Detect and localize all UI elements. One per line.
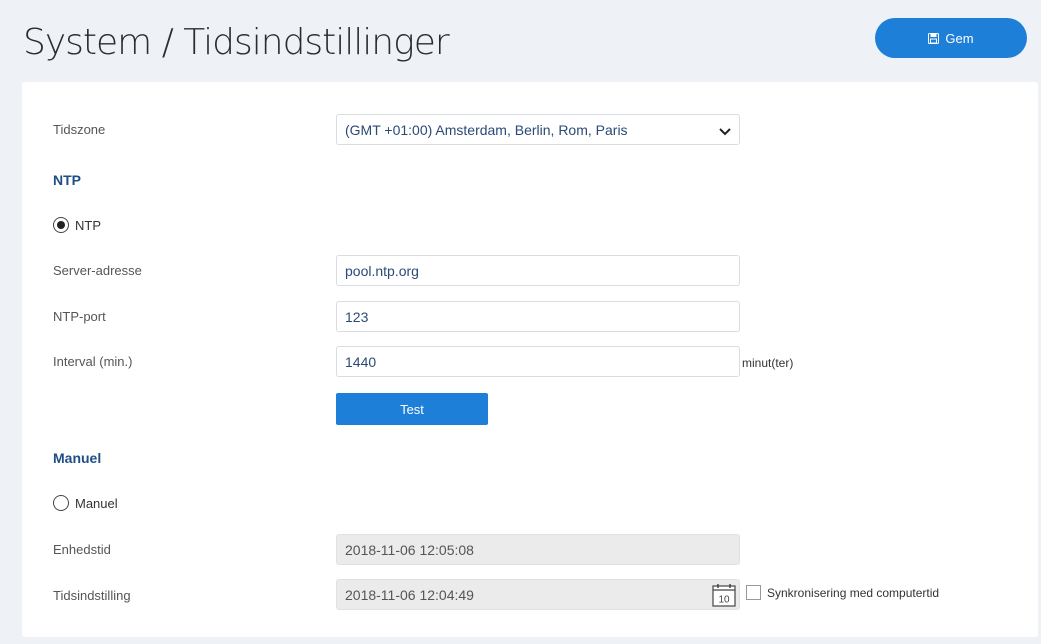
test-button[interactable]: Test — [336, 393, 488, 425]
floppy-disk-icon — [928, 32, 940, 44]
server-address-input[interactable]: pool.ntp.org — [336, 255, 740, 286]
ntp-port-value: 123 — [345, 308, 369, 325]
manual-radio[interactable]: Manuel — [53, 495, 118, 511]
calendar-day: 10 — [718, 595, 730, 606]
device-time-label: Enhedstid — [53, 542, 111, 557]
interval-label: Interval (min.) — [53, 354, 133, 369]
ntp-radio-label: NTP — [75, 217, 101, 233]
manual-radio-label: Manuel — [75, 495, 118, 511]
time-setting-label: Tidsindstilling — [53, 588, 131, 603]
ntp-radio-button[interactable] — [53, 217, 69, 233]
page-title: System / Tidsindstillinger — [23, 22, 450, 63]
sync-checkbox[interactable] — [746, 585, 761, 600]
time-setting-value: 2018-11-06 12:04:49 — [345, 586, 474, 603]
timezone-value: (GMT +01:00) Amsterdam, Berlin, Rom, Par… — [345, 121, 628, 138]
time-setting-field: 2018-11-06 12:04:49 — [336, 579, 740, 610]
device-time-field: 2018-11-06 12:05:08 — [336, 534, 740, 565]
ntp-port-label: NTP-port — [53, 309, 106, 324]
ntp-radio[interactable]: NTP — [53, 217, 101, 233]
chevron-down-icon — [719, 124, 731, 140]
server-address-label: Server-adresse — [53, 263, 142, 278]
settings-panel: Tidszone (GMT +01:00) Amsterdam, Berlin,… — [22, 82, 1038, 637]
save-button-label: Gem — [945, 30, 974, 46]
ntp-port-input[interactable]: 123 — [336, 301, 740, 332]
save-button[interactable]: Gem — [875, 18, 1027, 58]
calendar-icon[interactable]: 10 — [712, 583, 736, 607]
sync-computer-time[interactable]: Synkronisering med computertid — [746, 585, 939, 600]
timezone-label: Tidszone — [53, 122, 106, 137]
manual-section-title: Manuel — [53, 450, 102, 466]
timezone-select[interactable]: (GMT +01:00) Amsterdam, Berlin, Rom, Par… — [336, 114, 740, 145]
manual-radio-button[interactable] — [53, 495, 69, 511]
server-address-value: pool.ntp.org — [345, 262, 419, 279]
ntp-section-title: NTP — [53, 172, 81, 188]
interval-unit: minut(ter) — [742, 356, 794, 370]
sync-label: Synkronisering med computertid — [767, 585, 940, 600]
interval-value: 1440 — [345, 353, 377, 370]
interval-input[interactable]: 1440 — [336, 346, 740, 377]
device-time-value: 2018-11-06 12:05:08 — [345, 541, 474, 558]
